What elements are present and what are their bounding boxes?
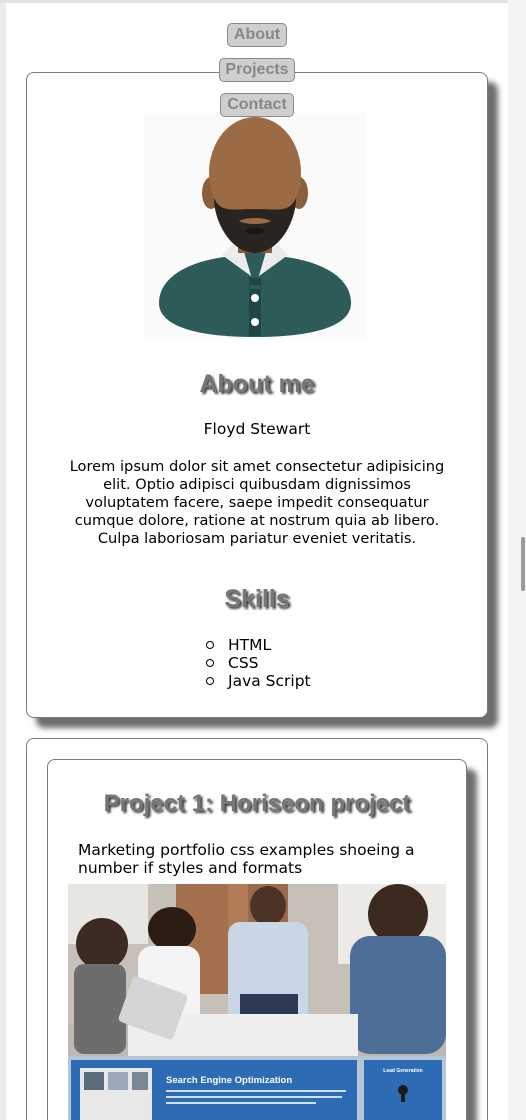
about-heading: About me [199, 370, 315, 398]
page: About Projects Contact About me Floyd St… [6, 3, 508, 1120]
nav-projects-button[interactable]: Projects [219, 58, 295, 82]
skill-item: Java Script [206, 672, 311, 690]
skills-heading: Skills [224, 585, 290, 613]
about-name: Floyd Stewart [203, 420, 311, 438]
scrollbar-thumb[interactable] [521, 537, 525, 591]
nav-about-button[interactable]: About [227, 23, 287, 47]
skill-item: CSS [206, 654, 311, 672]
about-bio: Lorem ipsum dolor sit amet consectetur a… [69, 458, 445, 547]
nav-contact-button[interactable]: Contact [220, 93, 294, 117]
image-panel-title: Search Engine Optimization [166, 1075, 292, 1086]
skill-item: HTML [206, 636, 311, 654]
project-image[interactable]: Search Engine Optimization Lead Generati… [68, 884, 446, 1120]
image-side-title: Lead Generation [383, 1068, 422, 1074]
avatar [144, 113, 366, 339]
project-title: Project 1: Horiseon project [103, 790, 411, 817]
project-description: Marketing portfolio css examples shoeing… [78, 841, 415, 877]
skills-list: HTML CSS Java Script [206, 636, 311, 690]
